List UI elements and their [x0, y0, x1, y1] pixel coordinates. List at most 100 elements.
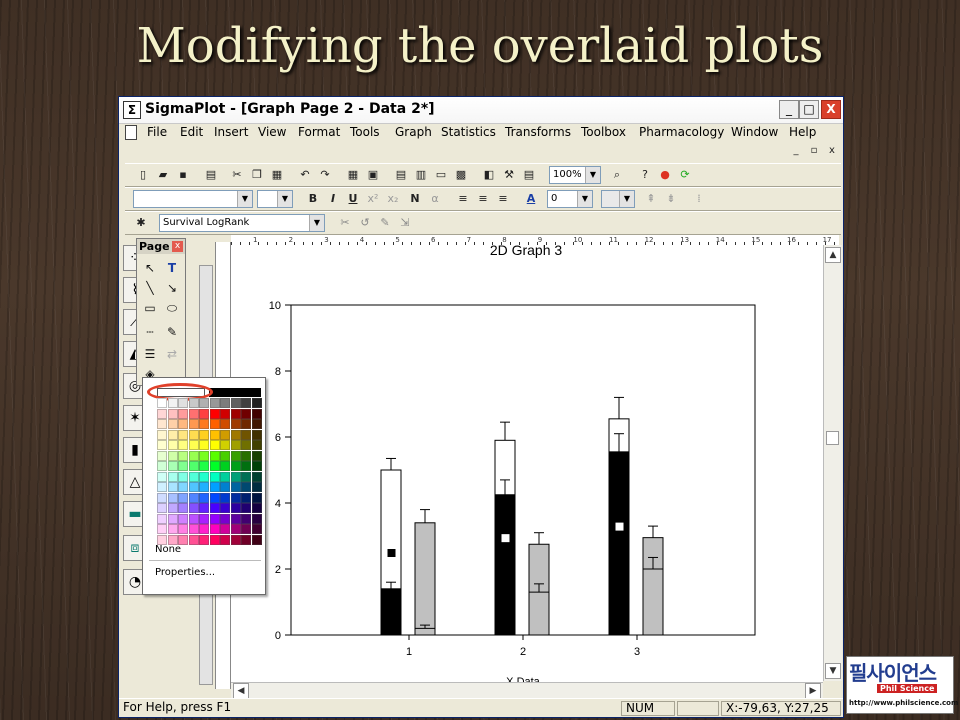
color-swatch[interactable] — [157, 492, 167, 503]
mdi-restore-button[interactable]: ▫ — [807, 144, 821, 158]
color-swatch[interactable] — [230, 398, 241, 408]
color-swatch[interactable] — [188, 492, 199, 503]
grid-icon[interactable]: ⁞ — [691, 191, 707, 206]
color-swatch[interactable] — [199, 524, 209, 534]
color-swatch[interactable] — [209, 482, 220, 492]
menu-toolbox[interactable]: Toolbox — [581, 125, 626, 139]
color-swatch[interactable] — [157, 419, 167, 429]
color-swatch[interactable] — [241, 503, 251, 513]
menu-insert[interactable]: Insert — [214, 125, 248, 139]
arrow-tool-icon[interactable]: ↘ — [163, 279, 181, 297]
document-icon[interactable] — [125, 125, 137, 140]
undo-icon[interactable]: ↶ — [297, 167, 313, 182]
color-swatch[interactable] — [241, 440, 251, 450]
layout-icon[interactable]: ▥ — [413, 167, 429, 182]
color-swatch[interactable] — [167, 450, 178, 461]
help-icon[interactable]: ? — [637, 167, 653, 182]
menu-window[interactable]: Window — [731, 125, 778, 139]
maximize-button[interactable]: □ — [799, 100, 819, 119]
color-swatch[interactable] — [188, 534, 199, 545]
scroll-left-icon[interactable]: ◀ — [233, 683, 249, 699]
color-swatch[interactable] — [241, 513, 251, 524]
color-swatch[interactable] — [230, 524, 241, 534]
edit-macro-icon[interactable]: ✎ — [377, 215, 393, 230]
color-swatch[interactable] — [220, 398, 230, 408]
line-tool-icon[interactable]: ╲ — [141, 279, 159, 297]
color-swatch[interactable] — [157, 524, 167, 534]
color-swatch[interactable] — [241, 461, 251, 471]
color-swatch[interactable] — [220, 534, 230, 545]
black-swatch[interactable] — [209, 388, 261, 397]
graph-canvas[interactable]: 2D Graph 3 0 2 4 6 8 10 1 2 3 X Data — [231, 245, 823, 685]
underline-button[interactable]: U — [345, 191, 361, 206]
color-swatch[interactable] — [167, 408, 178, 419]
graph-wizard-icon[interactable]: ◧ — [481, 167, 497, 182]
color-swatch[interactable] — [188, 461, 199, 471]
color-swatch[interactable] — [178, 419, 188, 429]
color-swatch[interactable] — [241, 398, 251, 408]
color-swatch[interactable] — [209, 461, 220, 471]
scissors-icon[interactable]: ✂ — [337, 215, 353, 230]
rotate-icon[interactable]: ↺ — [357, 215, 373, 230]
send-back-icon[interactable]: ⇟ — [663, 191, 679, 206]
color-swatch[interactable] — [199, 492, 209, 503]
color-swatch[interactable] — [199, 482, 209, 492]
color-swatch[interactable] — [178, 440, 188, 450]
color-swatch[interactable] — [251, 471, 262, 482]
color-swatch[interactable] — [230, 492, 241, 503]
menu-tools[interactable]: Tools — [350, 125, 380, 139]
right-scrollbar[interactable]: ▲ ▼ — [823, 245, 842, 681]
window-icon[interactable]: ▭ — [433, 167, 449, 182]
open-icon[interactable]: ▰ — [155, 167, 171, 182]
copy-icon[interactable]: ❐ — [249, 167, 265, 182]
bottom-scrollbar[interactable]: ◀ ▶ — [231, 682, 823, 699]
color-swatch[interactable] — [220, 461, 230, 471]
color-swatch[interactable] — [167, 471, 178, 482]
color-swatch[interactable] — [220, 429, 230, 440]
color-swatch[interactable] — [209, 419, 220, 429]
color-swatch[interactable] — [241, 450, 251, 461]
close-icon[interactable]: x — [172, 241, 183, 252]
menu-edit[interactable]: Edit — [180, 125, 203, 139]
color-swatch[interactable] — [251, 503, 262, 513]
color-swatch[interactable] — [230, 503, 241, 513]
macro-combo[interactable]: Survival LogRank ▼ — [159, 214, 325, 232]
color-swatch[interactable] — [199, 461, 209, 471]
color-swatch[interactable] — [251, 482, 262, 492]
line-thickness-icon[interactable]: ☰ — [141, 345, 159, 363]
report-icon[interactable]: ▣ — [365, 167, 381, 182]
normal-button[interactable]: N — [407, 191, 423, 206]
scroll-down-icon[interactable]: ▼ — [825, 663, 841, 679]
color-swatch[interactable] — [241, 471, 251, 482]
color-swatch[interactable] — [220, 450, 230, 461]
color-swatch[interactable] — [251, 492, 262, 503]
color-swatch[interactable] — [167, 482, 178, 492]
color-swatch[interactable] — [220, 503, 230, 513]
color-swatch[interactable] — [230, 429, 241, 440]
tools-icon[interactable]: ⚒ — [501, 167, 517, 182]
line-style-tool-icon[interactable]: ┄ — [141, 323, 159, 341]
color-swatch[interactable] — [199, 450, 209, 461]
color-swatch[interactable] — [199, 513, 209, 524]
color-swatch[interactable] — [157, 408, 167, 419]
mdi-minimize-button[interactable]: _ — [789, 144, 803, 158]
color-swatch[interactable] — [230, 513, 241, 524]
color-swatch[interactable] — [251, 419, 262, 429]
rectangle-tool-icon[interactable]: ▭ — [141, 299, 159, 317]
color-swatch[interactable] — [178, 461, 188, 471]
color-swatch[interactable] — [241, 492, 251, 503]
color-swatch[interactable] — [251, 450, 262, 461]
paste-icon[interactable]: ▦ — [269, 167, 285, 182]
color-swatch[interactable] — [199, 534, 209, 545]
none-option[interactable]: None — [155, 544, 181, 555]
color-swatch[interactable] — [188, 419, 199, 429]
stop-icon[interactable]: ● — [657, 167, 673, 182]
color-swatch[interactable] — [178, 450, 188, 461]
color-swatch[interactable] — [188, 450, 199, 461]
color-swatch[interactable] — [241, 524, 251, 534]
menu-pharmacology[interactable]: Pharmacology — [639, 125, 724, 139]
color-swatch[interactable] — [241, 482, 251, 492]
menu-file[interactable]: File — [147, 125, 167, 139]
worksheet-icon[interactable]: ▦ — [345, 167, 361, 182]
color-swatch[interactable] — [230, 440, 241, 450]
